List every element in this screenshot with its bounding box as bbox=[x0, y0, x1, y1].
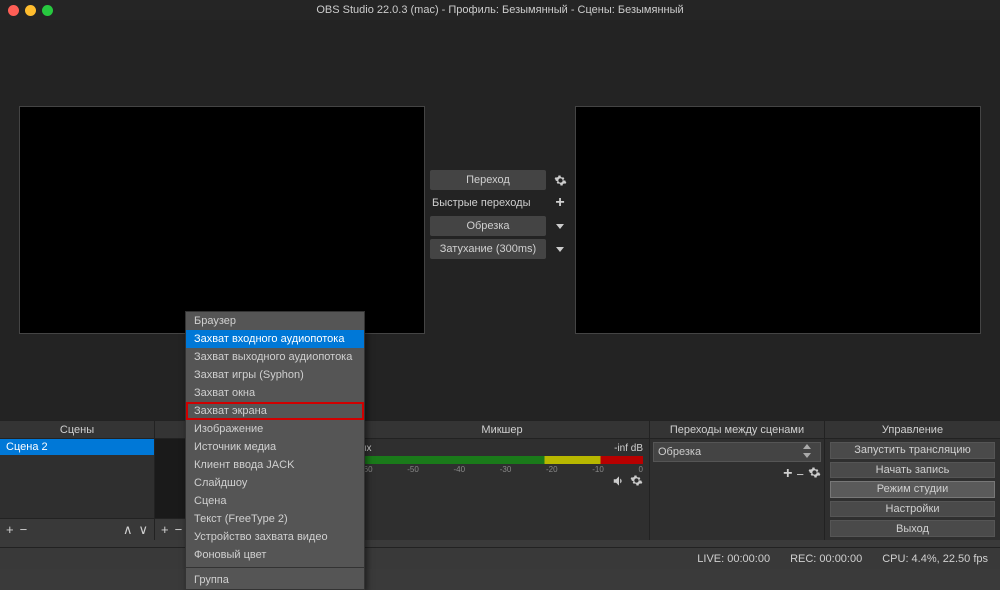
window-title: OBS Studio 22.0.3 (mac) - Профиль: Безым… bbox=[316, 4, 683, 16]
gear-icon bbox=[554, 174, 567, 187]
mixer-panel: Микшер ux -inf dB -60 -50 -40 -30 -20 -1… bbox=[355, 421, 650, 540]
controls-body: Запустить трансляцию Начать запись Режим… bbox=[825, 439, 1000, 540]
ctx-item-image[interactable]: Изображение bbox=[186, 420, 364, 438]
ctx-item-group[interactable]: Группа bbox=[186, 571, 364, 589]
transition-select-value: Обрезка bbox=[658, 446, 701, 458]
settings-button[interactable]: Настройки bbox=[830, 501, 995, 518]
transition-settings-button[interactable] bbox=[550, 170, 570, 190]
remove-transition-button[interactable]: − bbox=[796, 467, 804, 482]
studio-mode-button[interactable]: Режим студии bbox=[830, 481, 995, 498]
ctx-item-jack[interactable]: Клиент ввода JACK bbox=[186, 456, 364, 474]
audio-meter bbox=[361, 456, 643, 464]
scenes-panel: Сцены Сцена 2 + − ∧ ∨ bbox=[0, 421, 155, 540]
scene-down-button[interactable]: ∨ bbox=[138, 522, 148, 538]
ctx-item-audio-output[interactable]: Захват выходного аудиопотока bbox=[186, 348, 364, 366]
quick-transition-cut[interactable]: Обрезка bbox=[430, 216, 546, 236]
exit-button[interactable]: Выход bbox=[830, 520, 995, 537]
ctx-separator bbox=[186, 567, 364, 568]
stepper-icon bbox=[802, 444, 816, 461]
ctx-item-text[interactable]: Текст (FreeType 2) bbox=[186, 510, 364, 528]
ctx-item-media-source[interactable]: Источник медиа bbox=[186, 438, 364, 456]
window-controls bbox=[8, 5, 53, 16]
bottom-panels: Сцены Сцена 2 + − ∧ ∨ + − ∧ ∨ Микшер bbox=[0, 420, 1000, 540]
ctx-item-browser[interactable]: Браузер bbox=[186, 312, 364, 330]
ctx-item-scene[interactable]: Сцена bbox=[186, 492, 364, 510]
transitions-header: Переходы между сценами bbox=[650, 421, 824, 439]
transitions-panel: Переходы между сценами Обрезка + − bbox=[650, 421, 825, 540]
program-canvas-right[interactable] bbox=[575, 106, 981, 334]
add-scene-button[interactable]: + bbox=[6, 522, 14, 537]
ctx-item-game-capture[interactable]: Захват игры (Syphon) bbox=[186, 366, 364, 384]
status-rec: REC: 00:00:00 bbox=[790, 553, 862, 565]
maximize-window-button[interactable] bbox=[42, 5, 53, 16]
scene-up-button[interactable]: ∧ bbox=[123, 522, 133, 538]
scenes-toolbar: + − ∧ ∨ bbox=[0, 518, 154, 540]
close-window-button[interactable] bbox=[8, 5, 19, 16]
start-streaming-button[interactable]: Запустить трансляцию bbox=[830, 442, 995, 459]
fade-dropdown-button[interactable] bbox=[550, 239, 570, 259]
transition-controls: Переход Быстрые переходы + Обрезка Затух… bbox=[430, 20, 570, 420]
mixer-body: ux -inf dB -60 -50 -40 -30 -20 -10 0 bbox=[355, 439, 649, 540]
minimize-window-button[interactable] bbox=[25, 5, 36, 16]
status-bar: LIVE: 00:00:00 REC: 00:00:00 CPU: 4.4%, … bbox=[0, 547, 1000, 569]
quick-transition-fade[interactable]: Затухание (300ms) bbox=[430, 239, 546, 259]
gear-icon bbox=[630, 474, 643, 487]
mixer-source-settings-button[interactable] bbox=[630, 474, 643, 491]
controls-panel: Управление Запустить трансляцию Начать з… bbox=[825, 421, 1000, 540]
scenes-list[interactable]: Сцена 2 bbox=[0, 439, 154, 518]
quick-transitions-label: Быстрые переходы bbox=[430, 197, 546, 209]
controls-header: Управление bbox=[825, 421, 1000, 439]
add-source-button[interactable]: + bbox=[161, 522, 169, 537]
add-source-context-menu: Браузер Захват входного аудиопотока Захв… bbox=[185, 311, 365, 590]
preview-area: Переход Быстрые переходы + Обрезка Затух… bbox=[0, 20, 1000, 420]
ctx-item-slideshow[interactable]: Слайдшоу bbox=[186, 474, 364, 492]
mixer-header: Микшер bbox=[355, 421, 649, 439]
transition-select[interactable]: Обрезка bbox=[653, 442, 821, 462]
ctx-item-video-capture[interactable]: Устройство захвата видео bbox=[186, 528, 364, 546]
add-quick-transition-button[interactable]: + bbox=[550, 193, 570, 213]
add-transition-button[interactable]: + bbox=[783, 465, 792, 483]
remove-source-button[interactable]: − bbox=[175, 522, 183, 537]
chevron-down-icon bbox=[556, 224, 564, 229]
preview-canvas-left[interactable] bbox=[19, 106, 425, 334]
ctx-item-window-capture[interactable]: Захват окна bbox=[186, 384, 364, 402]
status-live: LIVE: 00:00:00 bbox=[697, 553, 770, 565]
scenes-header: Сцены bbox=[0, 421, 154, 439]
mute-button[interactable] bbox=[612, 474, 626, 491]
meter-ticks: -60 -50 -40 -30 -20 -10 0 bbox=[361, 465, 643, 474]
speaker-icon bbox=[612, 474, 626, 488]
transition-button[interactable]: Переход bbox=[430, 170, 546, 190]
scene-item[interactable]: Сцена 2 bbox=[0, 439, 154, 455]
ctx-item-audio-input[interactable]: Захват входного аудиопотока bbox=[186, 330, 364, 348]
titlebar: OBS Studio 22.0.3 (mac) - Профиль: Безым… bbox=[0, 0, 1000, 20]
ctx-item-display-capture[interactable]: Захват экрана bbox=[186, 402, 364, 420]
start-recording-button[interactable]: Начать запись bbox=[830, 462, 995, 479]
cut-dropdown-button[interactable] bbox=[550, 216, 570, 236]
status-cpu: CPU: 4.4%, 22.50 fps bbox=[882, 553, 988, 565]
program-right-pane bbox=[570, 20, 1000, 420]
transition-props-button[interactable] bbox=[808, 466, 821, 482]
chevron-down-icon bbox=[556, 247, 564, 252]
mixer-db-readout: -inf dB bbox=[614, 443, 643, 454]
gear-icon bbox=[808, 466, 821, 479]
remove-scene-button[interactable]: − bbox=[20, 522, 28, 537]
ctx-item-color-source[interactable]: Фоновый цвет bbox=[186, 546, 364, 564]
transitions-body: Обрезка + − bbox=[650, 439, 824, 540]
